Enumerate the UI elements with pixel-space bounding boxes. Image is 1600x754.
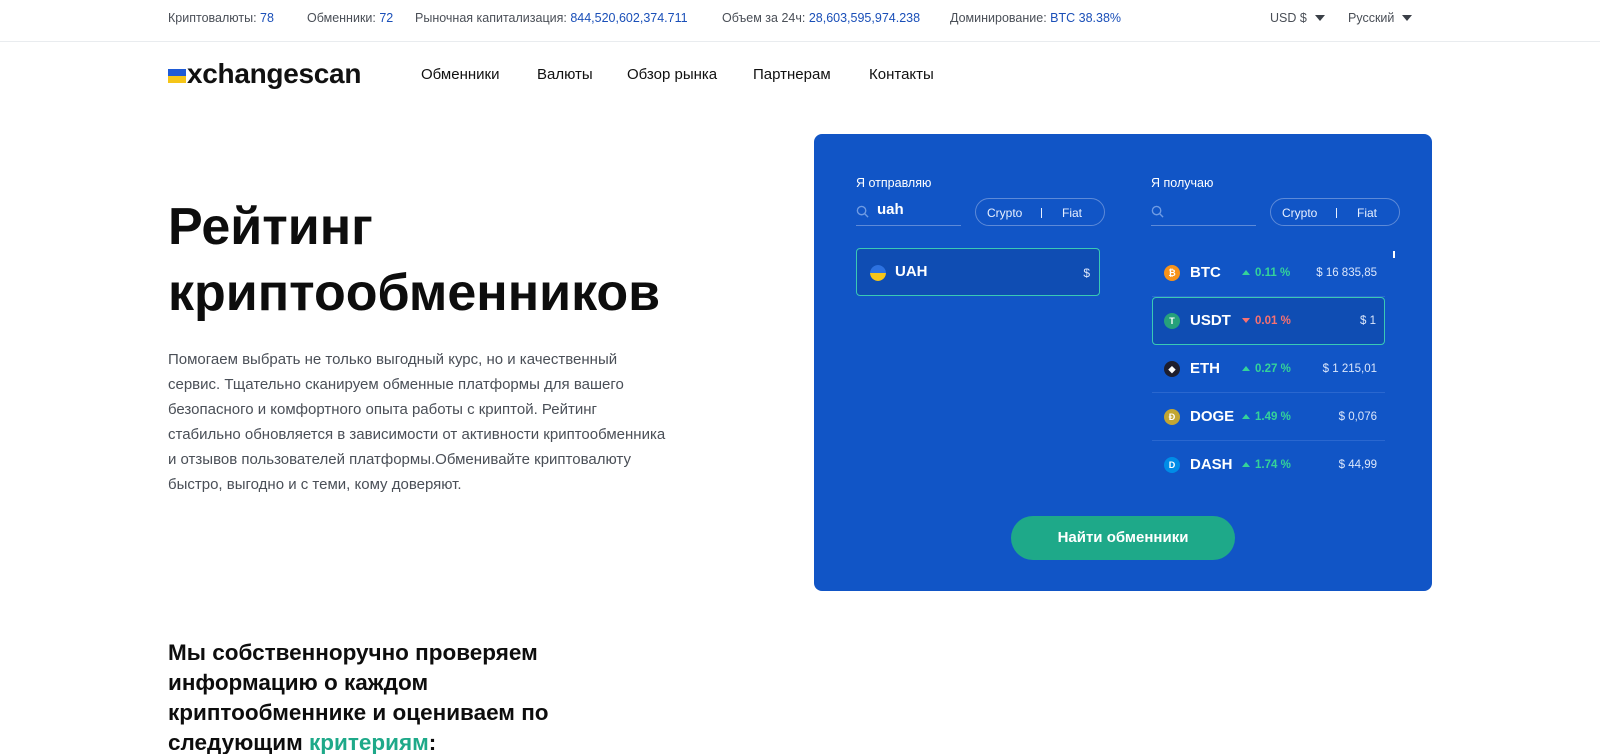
toggle-fiat[interactable]: Fiat bbox=[1062, 206, 1082, 220]
language-dropdown[interactable]: Русский bbox=[1348, 11, 1413, 25]
coin-row-doge[interactable]: Ð DOGE 1.49 % $ 0,076 bbox=[1152, 393, 1385, 441]
send-label: Я отправляю bbox=[856, 176, 932, 190]
stat-value[interactable]: 72 bbox=[379, 11, 393, 25]
stat-volume-24h: Объем за 24ч: 28,603,595,974.238 bbox=[722, 11, 920, 25]
tether-icon: T bbox=[1164, 313, 1180, 329]
stat-exchangers: Обменники: 72 bbox=[307, 11, 393, 25]
ukraine-flag-icon bbox=[870, 265, 886, 281]
search-icon bbox=[856, 205, 869, 218]
coin-row-dash[interactable]: D DASH 1.74 % $ 44,99 bbox=[1152, 441, 1385, 489]
stat-label: Обменники: bbox=[307, 11, 376, 25]
find-exchangers-button[interactable]: Найти обменники bbox=[1011, 516, 1235, 560]
coin-row-btc[interactable]: ₿ BTC 0.11 % $ 16 835,85 bbox=[1152, 249, 1385, 297]
criteria-link[interactable]: критериям bbox=[309, 730, 429, 754]
currency-sign: $ bbox=[1083, 266, 1090, 280]
coin-symbol: DOGE bbox=[1190, 408, 1235, 425]
nav-item-market-overview[interactable]: Обзор рынка bbox=[627, 66, 717, 83]
coin-price: $ 0,076 bbox=[1338, 411, 1377, 423]
coin-change: 0.01 % bbox=[1242, 315, 1291, 327]
stat-label: Доминирование: bbox=[950, 11, 1047, 25]
stat-value: 28,603,595,974.238 bbox=[808, 11, 921, 25]
chevron-down-icon bbox=[1314, 15, 1325, 21]
stat-value[interactable]: 78 bbox=[260, 11, 274, 25]
arrow-up-icon bbox=[1242, 270, 1250, 275]
flag-stripe-yellow bbox=[168, 76, 186, 83]
coin-change-value: 0.11 % bbox=[1255, 267, 1291, 279]
coin-symbol: ETH bbox=[1190, 360, 1220, 377]
toggle-crypto[interactable]: Crypto bbox=[987, 206, 1022, 220]
stat-value: BTC 38.38% bbox=[1050, 11, 1122, 25]
stat-label: Криптовалюты: bbox=[168, 11, 257, 25]
search-value: uah bbox=[877, 201, 904, 218]
logo-text: xchangescan bbox=[187, 58, 362, 89]
site-logo[interactable]: xchangescan bbox=[168, 56, 361, 92]
nav-item-currencies[interactable]: Валюты bbox=[537, 66, 593, 83]
dogecoin-icon: Ð bbox=[1164, 409, 1180, 425]
arrow-down-icon bbox=[1242, 318, 1250, 323]
coin-price: $ 1 bbox=[1360, 315, 1376, 327]
receive-label: Я получаю bbox=[1151, 176, 1214, 190]
arrow-up-icon bbox=[1242, 366, 1250, 371]
coin-change: 0.11 % bbox=[1242, 267, 1290, 279]
language-label: Русский bbox=[1348, 11, 1395, 25]
ethereum-icon: ◆ bbox=[1164, 361, 1180, 377]
receive-type-toggle[interactable]: Crypto Fiat bbox=[1270, 198, 1400, 226]
receive-search-input[interactable] bbox=[1151, 198, 1256, 226]
send-type-toggle[interactable]: Crypto Fiat bbox=[975, 198, 1105, 226]
coin-row-usdt[interactable]: T USDT 0.01 % $ 1 bbox=[1152, 297, 1385, 345]
stat-cryptocurrencies: Криптовалюты: 78 bbox=[168, 11, 274, 25]
ukraine-flag-icon bbox=[168, 69, 186, 83]
stat-dominance: Доминирование: BTC 38.38% bbox=[950, 11, 1121, 25]
nav-item-exchangers[interactable]: Обменники bbox=[421, 66, 499, 83]
stat-value: 844,520,602,374.711 bbox=[570, 11, 688, 25]
coin-change: 1.49 % bbox=[1242, 411, 1291, 423]
page-title: Рейтинг криптообменников bbox=[168, 194, 728, 326]
title-line-1: Рейтинг bbox=[168, 198, 373, 256]
search-icon bbox=[1151, 205, 1164, 218]
toggle-fiat[interactable]: Fiat bbox=[1357, 206, 1377, 220]
bitcoin-icon: ₿ bbox=[1164, 265, 1180, 281]
stat-label: Объем за 24ч: bbox=[722, 11, 806, 25]
coin-price: $ 16 835,85 bbox=[1316, 267, 1377, 279]
coin-change: 1.74 % bbox=[1242, 459, 1291, 471]
hero-description: Помогаем выбрать не только выгодный курс… bbox=[168, 351, 666, 493]
coin-symbol: DASH bbox=[1190, 456, 1233, 473]
toggle-crypto[interactable]: Crypto bbox=[1282, 206, 1317, 220]
coin-symbol: USDT bbox=[1190, 312, 1231, 329]
coin-price: $ 1 215,01 bbox=[1322, 363, 1377, 375]
toggle-separator bbox=[1041, 208, 1042, 218]
currency-dropdown[interactable]: USD $ bbox=[1270, 11, 1325, 25]
send-search-input[interactable]: uah bbox=[856, 198, 961, 226]
top-stats-bar: Криптовалюты: 78 Обменники: 72 Рыночная … bbox=[0, 0, 1600, 42]
stat-market-cap: Рыночная капитализация: 844,520,602,374.… bbox=[415, 11, 688, 25]
list-scrollbar[interactable] bbox=[1393, 251, 1395, 258]
title-line-2: криптообменников bbox=[168, 264, 661, 322]
coin-change-value: 1.74 % bbox=[1255, 459, 1291, 471]
coin-change: 0.27 % bbox=[1242, 363, 1291, 375]
criteria-heading: Мы собственноручно проверяем информацию … bbox=[168, 638, 608, 754]
toggle-separator bbox=[1336, 208, 1337, 218]
currency-symbol: UAH bbox=[895, 263, 928, 280]
arrow-up-icon bbox=[1242, 462, 1250, 467]
coin-price: $ 44,99 bbox=[1338, 459, 1377, 471]
dash-icon: D bbox=[1164, 457, 1180, 473]
coin-row-eth[interactable]: ◆ ETH 0.27 % $ 1 215,01 bbox=[1152, 345, 1385, 393]
nav-item-contacts[interactable]: Контакты bbox=[869, 66, 934, 83]
nav-item-partners[interactable]: Партнерам bbox=[753, 66, 831, 83]
send-selected-currency[interactable]: UAH $ bbox=[856, 248, 1100, 296]
criteria-heading-suffix: : bbox=[428, 730, 437, 754]
coin-change-value: 0.01 % bbox=[1255, 315, 1291, 327]
coin-change-value: 0.27 % bbox=[1255, 363, 1291, 375]
flag-stripe-blue bbox=[168, 69, 186, 76]
chevron-down-icon bbox=[1402, 15, 1413, 21]
currency-label: USD $ bbox=[1270, 11, 1307, 25]
stat-label: Рыночная капитализация: bbox=[415, 11, 567, 25]
arrow-up-icon bbox=[1242, 414, 1250, 419]
coin-symbol: BTC bbox=[1190, 264, 1221, 281]
coin-change-value: 1.49 % bbox=[1255, 411, 1291, 423]
